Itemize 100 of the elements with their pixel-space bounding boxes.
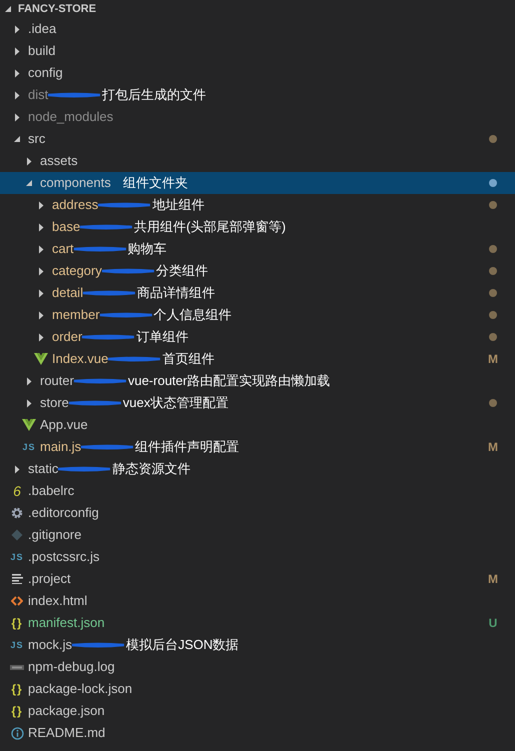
file-name: Index.vue: [51, 350, 108, 368]
folder-row[interactable]: build: [0, 40, 515, 62]
folder-name: components: [39, 174, 111, 192]
git-status-letter: M: [488, 353, 498, 365]
folder-row[interactable]: order 订单组件: [0, 326, 515, 348]
folder-name: detail: [51, 284, 84, 302]
project-title[interactable]: FANCY-STORE: [18, 4, 96, 14]
folder-name: category: [51, 262, 102, 280]
json-icon: {}: [11, 683, 23, 695]
npm-icon: [10, 664, 24, 670]
file-name: manifest.json: [27, 614, 105, 632]
file-name: README.md: [27, 724, 106, 742]
folder-row[interactable]: address 地址组件: [0, 194, 515, 216]
highlight-stroke: [70, 642, 126, 648]
code-brackets-icon: [11, 596, 23, 606]
folder-name: member: [51, 306, 100, 324]
lines-icon: [12, 574, 22, 584]
folder-row[interactable]: dist 打包后生成的文件: [0, 84, 515, 106]
file-name: .editorconfig: [27, 504, 99, 522]
annotation-note: 个人信息组件: [154, 306, 232, 324]
file-name: package.json: [27, 702, 105, 720]
annotation-note: vue-router路由配置实现路由懒加载: [128, 372, 330, 390]
json-icon: {}: [11, 705, 23, 717]
annotation-note: 组件文件夹: [122, 174, 188, 192]
folder-row[interactable]: assets: [0, 150, 515, 172]
annotation-note: 商品详情组件: [137, 284, 216, 302]
folder-row[interactable]: .idea: [0, 18, 515, 40]
file-name: package-lock.json: [27, 680, 132, 698]
highlight-stroke: [106, 356, 162, 362]
annotation-note: 模拟后台JSON数据: [126, 636, 239, 654]
git-status-letter: M: [488, 441, 498, 453]
babel-icon: 6: [13, 484, 21, 498]
annotation-note: 购物车: [128, 240, 167, 258]
file-row[interactable]: index.html: [0, 590, 515, 612]
folder-name: build: [27, 42, 56, 60]
file-row[interactable]: App.vue: [0, 414, 515, 436]
folder-name: address: [51, 196, 98, 214]
file-row[interactable]: {} package.json: [0, 700, 515, 722]
file-name: mock.js: [27, 636, 72, 654]
folder-row[interactable]: detail 商品详情组件: [0, 282, 515, 304]
folder-row[interactable]: config: [0, 62, 515, 84]
folder-row[interactable]: src: [0, 128, 515, 150]
file-name: .babelrc: [27, 482, 74, 500]
file-row[interactable]: 6 .babelrc: [0, 480, 515, 502]
file-row[interactable]: npm-debug.log: [0, 656, 515, 678]
info-icon: [10, 726, 24, 740]
file-name: npm-debug.log: [27, 658, 115, 676]
annotation-note: 静态资源文件: [112, 460, 190, 478]
folder-row[interactable]: store vuex状态管理配置: [0, 392, 515, 414]
gear-icon: [11, 507, 23, 519]
folder-row[interactable]: components 组件文件夹: [0, 172, 515, 194]
annotation-note: 地址组件: [152, 196, 204, 214]
file-row[interactable]: {} package-lock.json: [0, 678, 515, 700]
folder-name: order: [51, 328, 82, 346]
highlight-stroke: [78, 224, 134, 230]
folder-row[interactable]: cart 购物车: [0, 238, 515, 260]
file-row[interactable]: README.md: [0, 722, 515, 744]
folder-name: config: [27, 64, 63, 82]
highlight-stroke: [98, 312, 154, 318]
folder-row[interactable]: member 个人信息组件: [0, 304, 515, 326]
file-row[interactable]: JS .postcssrc.js: [0, 546, 515, 568]
folder-name: assets: [39, 152, 78, 170]
annotation-note: vuex状态管理配置: [122, 394, 228, 412]
file-name: index.html: [27, 592, 88, 610]
folder-row[interactable]: category 分类组件: [0, 260, 515, 282]
annotation-note: 组件插件声明配置: [135, 438, 240, 456]
file-row[interactable]: .project M: [0, 568, 515, 590]
highlight-stroke: [66, 400, 123, 406]
folder-row[interactable]: router vue-router路由配置实现路由懒加载: [0, 370, 515, 392]
file-name: .postcssrc.js: [27, 548, 100, 566]
folder-name: node_modules: [27, 108, 114, 126]
folder-name: src: [27, 130, 46, 148]
file-row[interactable]: JS main.js 组件插件声明配置 M: [0, 436, 515, 458]
diamond-icon: [11, 529, 23, 541]
annotation-note: 共用组件(头部尾部弹窗等): [134, 218, 286, 236]
highlight-stroke: [79, 444, 136, 450]
file-row[interactable]: Index.vue 首页组件 M: [0, 348, 515, 370]
annotation-note: 订单组件: [136, 328, 188, 346]
folder-row[interactable]: base 共用组件(头部尾部弹窗等): [0, 216, 515, 238]
js-icon: JS: [10, 640, 24, 650]
file-name: App.vue: [39, 416, 88, 434]
file-row[interactable]: .editorconfig: [0, 502, 515, 524]
vue-icon: [34, 353, 48, 365]
file-name: .project: [27, 570, 71, 588]
vue-icon: [22, 419, 36, 431]
js-icon: JS: [22, 442, 36, 452]
file-row[interactable]: JS mock.js 模拟后台JSON数据: [0, 634, 515, 656]
folder-name: static: [27, 460, 58, 478]
file-row[interactable]: .gitignore: [0, 524, 515, 546]
folder-row[interactable]: static 静态资源文件: [0, 458, 515, 480]
highlight-stroke: [56, 466, 112, 472]
highlight-stroke: [72, 246, 128, 252]
annotation-note: 首页组件: [162, 350, 214, 368]
folder-row[interactable]: node_modules: [0, 106, 515, 128]
git-status-letter: M: [488, 573, 498, 585]
highlight-stroke: [81, 290, 138, 296]
file-name: .gitignore: [27, 526, 82, 544]
file-row[interactable]: {} manifest.json U: [0, 612, 515, 634]
folder-name: dist: [27, 86, 48, 104]
folder-name: .idea: [27, 20, 56, 38]
